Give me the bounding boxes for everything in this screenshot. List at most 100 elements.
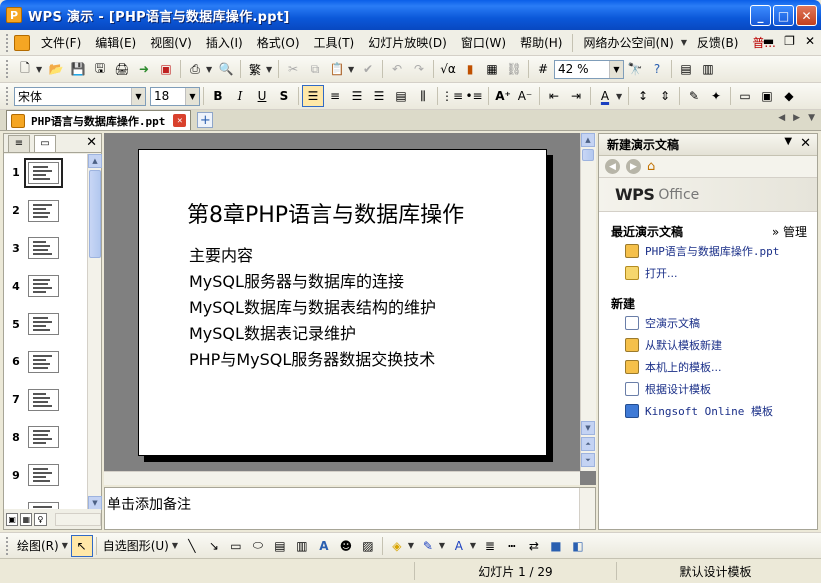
- thumbnail-item[interactable]: 6: [4, 343, 88, 381]
- prev-slide-icon[interactable]: ⏶: [581, 437, 595, 451]
- print-icon[interactable]: ⎙: [184, 58, 206, 80]
- back-icon[interactable]: ◀: [605, 159, 620, 174]
- thumbnail-item[interactable]: 4: [4, 267, 88, 305]
- menu-insert[interactable]: 插入(I): [199, 34, 250, 51]
- menu-slideshow[interactable]: 幻灯片放映(D): [361, 34, 454, 51]
- justify-icon[interactable]: ☰: [368, 85, 390, 107]
- slide-thumbnail[interactable]: [28, 350, 59, 373]
- autoshapes-dropdown-icon[interactable]: ▼: [172, 541, 181, 550]
- increase-font-icon[interactable]: A⁺: [492, 85, 514, 107]
- align-left-icon[interactable]: ☰: [302, 85, 324, 107]
- save-icon[interactable]: 💾: [67, 58, 89, 80]
- save-as-icon[interactable]: 🖫: [89, 58, 111, 80]
- slide-thumbnail[interactable]: [28, 464, 59, 487]
- distribute-icon[interactable]: ▤: [390, 85, 412, 107]
- ellipse-icon[interactable]: ⬭: [247, 535, 269, 557]
- line-spacing-icon[interactable]: ↕: [632, 85, 654, 107]
- slide-layout-icon[interactable]: ▭: [734, 85, 756, 107]
- close-button[interactable]: ✕: [796, 5, 817, 26]
- cut-icon[interactable]: ✂: [282, 58, 304, 80]
- tab-scroll-left-icon[interactable]: ◀: [778, 113, 785, 123]
- decrease-indent-icon[interactable]: ⇤: [543, 85, 565, 107]
- doc-close-icon[interactable]: ✕: [805, 34, 815, 48]
- slideshow-view-icon[interactable]: ♀: [34, 512, 47, 526]
- thumbnail-item[interactable]: 8: [4, 419, 88, 457]
- thumbnail-item[interactable]: 2: [4, 192, 88, 230]
- blank-presentation-link[interactable]: 空演示文稿: [599, 312, 817, 334]
- new-dropdown-icon[interactable]: ▼: [36, 65, 45, 74]
- format-toolbar-grip[interactable]: [6, 87, 10, 105]
- font-name-dropdown-icon[interactable]: ▼: [131, 87, 145, 105]
- slide-thumbnail[interactable]: [28, 199, 59, 222]
- slide-design-icon[interactable]: ✦: [705, 85, 727, 107]
- slide-thumbnail[interactable]: [28, 426, 59, 449]
- slide-scroll-down-icon[interactable]: ▼: [581, 421, 595, 435]
- open-folder-icon[interactable]: 📂: [45, 58, 67, 80]
- decrease-font-icon[interactable]: A⁻: [514, 85, 536, 107]
- find-icon[interactable]: 🔭: [624, 58, 646, 80]
- bullets-icon[interactable]: •≡: [463, 85, 485, 107]
- line-style-icon[interactable]: ≣: [479, 535, 501, 557]
- paste-dropdown-icon[interactable]: ▼: [348, 65, 357, 74]
- thumbnail-item[interactable]: 5: [4, 305, 88, 343]
- formula-icon[interactable]: √α: [437, 58, 459, 80]
- network-dropdown-icon[interactable]: ▼: [681, 38, 690, 47]
- font-size-dropdown-icon[interactable]: ▼: [185, 87, 199, 105]
- tab-list-icon[interactable]: ▼: [808, 113, 815, 123]
- slide-scroll-handle[interactable]: [582, 149, 594, 161]
- sorter-view-icon[interactable]: ▦: [20, 512, 33, 526]
- task-pane-menu-icon[interactable]: ▼: [784, 136, 792, 151]
- line-color-icon[interactable]: ✎: [417, 535, 439, 557]
- print-preview-icon[interactable]: 🖨: [111, 58, 133, 80]
- menu-grip[interactable]: [6, 33, 10, 52]
- increase-indent-icon[interactable]: ⇥: [565, 85, 587, 107]
- manage-link[interactable]: » 管理: [772, 223, 807, 240]
- recent-file-link[interactable]: PHP语言与数据库操作.ppt: [599, 240, 817, 262]
- zoom-dropdown-icon[interactable]: ▼: [609, 60, 623, 78]
- design-template-link[interactable]: 根据设计模板: [599, 378, 817, 400]
- help-icon[interactable]: ?: [646, 58, 668, 80]
- minimize-button[interactable]: _: [750, 5, 771, 26]
- thumb-scroll-down-icon[interactable]: ▼: [88, 496, 102, 510]
- trad-simp-icon[interactable]: 繁: [244, 58, 266, 80]
- font-color-dropdown-icon[interactable]: ▼: [616, 92, 625, 101]
- home-icon[interactable]: ⌂: [647, 159, 655, 174]
- thumb-scroll-up-icon[interactable]: ▲: [88, 154, 102, 168]
- font-size-select[interactable]: 18 ▼: [150, 86, 200, 106]
- menu-help[interactable]: 帮助(H): [513, 34, 569, 51]
- font-name-select[interactable]: 宋体 ▼: [14, 86, 146, 106]
- shadow-style-icon[interactable]: ■: [545, 535, 567, 557]
- pane-close-icon[interactable]: ✕: [86, 135, 97, 150]
- pdf-export-icon[interactable]: ▣: [155, 58, 177, 80]
- italic-icon[interactable]: I: [229, 85, 251, 107]
- slide-vscrollbar[interactable]: ▲ ▼ ⏶ ⏷: [580, 133, 596, 471]
- normal-view-icon[interactable]: ▣: [6, 512, 19, 526]
- toolbar-grip[interactable]: [6, 60, 10, 78]
- draw-font-color-icon[interactable]: A: [448, 535, 470, 557]
- vertical-textbox-icon[interactable]: ▥: [291, 535, 313, 557]
- slide-canvas[interactable]: 第8章PHP语言与数据库操作 主要内容 MySQL服务器与数据库的连接 MySQ…: [138, 149, 547, 456]
- draw-dropdown-icon[interactable]: ▼: [62, 541, 71, 550]
- notes-scrollbar[interactable]: [579, 488, 595, 529]
- layout-icon[interactable]: ▥: [697, 58, 719, 80]
- slide-body[interactable]: 主要内容 MySQL服务器与数据库的连接 MySQL数据库与数据表结构的维护 M…: [189, 243, 436, 373]
- draw-menu[interactable]: 绘图(R): [14, 537, 62, 554]
- underline-icon[interactable]: U: [251, 85, 273, 107]
- kingsoft-online-link[interactable]: Kingsoft Online 模板: [599, 400, 817, 422]
- color-scheme-icon[interactable]: ▣: [756, 85, 778, 107]
- doc-restore-icon[interactable]: ❐: [784, 34, 795, 48]
- doc-minimize-icon[interactable]: ▬: [763, 34, 774, 48]
- thumbnail-item[interactable]: 1: [4, 154, 88, 192]
- forward-icon[interactable]: ▶: [626, 159, 641, 174]
- menu-file[interactable]: 文件(F): [34, 34, 88, 51]
- slide-hscrollbar[interactable]: [104, 471, 580, 485]
- menu-network-office[interactable]: 网络办公空间(N): [576, 34, 680, 51]
- font-color-icon[interactable]: A: [594, 85, 616, 107]
- slide-thumbnail[interactable]: [24, 157, 63, 188]
- autoshapes-menu[interactable]: 自选图形(U): [100, 537, 172, 554]
- slides-tab-icon[interactable]: ▭: [34, 134, 56, 152]
- fill-bucket-icon[interactable]: ◆: [778, 85, 800, 107]
- zoom-select[interactable]: 42 % ▼: [554, 59, 624, 79]
- menu-window[interactable]: 窗口(W): [454, 34, 513, 51]
- outline-tab-icon[interactable]: ≡: [8, 134, 30, 152]
